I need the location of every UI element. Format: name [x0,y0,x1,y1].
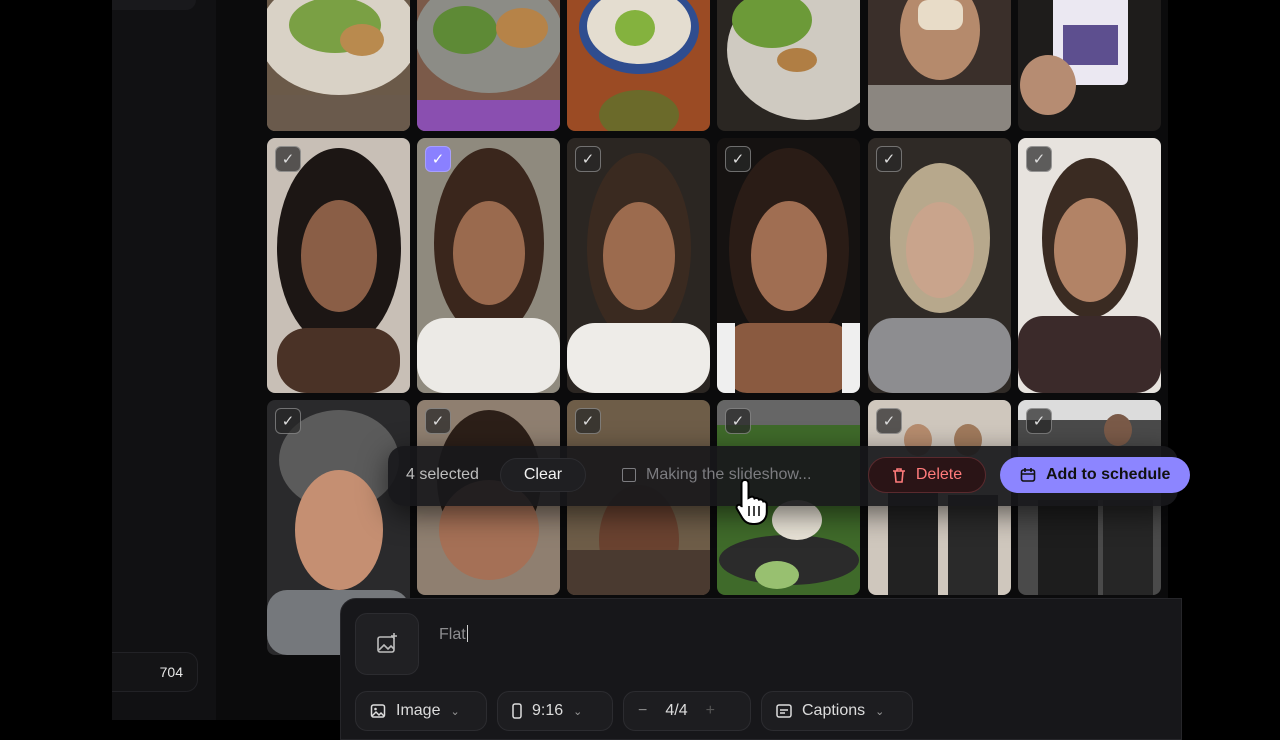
slideshow-status: Making the slideshow... [622,466,811,484]
portrait-photo [868,138,1011,393]
select-checkbox[interactable]: ✓ [876,146,902,172]
select-checkbox[interactable]: ✓ [725,146,751,172]
chevron-down-icon: ⌄ [573,705,583,718]
select-checkbox[interactable]: ✓ [425,408,451,434]
photo-tile[interactable]: ✓ [267,138,410,393]
product-photo [1018,0,1161,131]
phone-icon [512,703,522,719]
food-photo [567,0,710,131]
photo-tile[interactable] [868,0,1011,131]
portrait-photo [417,138,560,393]
prompt-input-value: Flat [439,626,466,643]
media-type-select[interactable]: Image ⌄ [355,691,487,731]
photo-tile[interactable]: ✓ [868,138,1011,393]
delete-button-label: Delete [915,466,963,483]
select-checkbox[interactable]: ✓ [275,408,301,434]
add-image-button[interactable] [355,613,419,675]
photo-tile[interactable]: ✓ [717,138,860,393]
image-plus-icon [377,633,397,653]
portrait-photo [717,138,860,393]
photo-tile[interactable] [567,0,710,131]
add-to-schedule-label: Add to schedule [1046,466,1171,483]
aspect-ratio-select[interactable]: 9:16 ⌄ [497,691,613,731]
select-checkbox[interactable]: ✓ [425,146,451,172]
captions-icon [776,704,792,718]
prompt-composer: Flat Image ⌄ 9:16 ⌄ − 4/4 + Captions ⌄ [340,598,1182,740]
image-count-stepper[interactable]: − 4/4 + [623,691,751,731]
portrait-photo [567,138,710,393]
slideshow-icon [622,468,636,482]
portrait-photo [267,138,410,393]
clear-button[interactable]: Clear [500,458,586,492]
food-photo [717,0,860,131]
sidebar-count-value: 704 [159,664,183,680]
select-checkbox[interactable]: ✓ [575,146,601,172]
minus-icon[interactable]: − [638,702,647,720]
food-photo [417,0,560,131]
image-icon [370,704,386,718]
chevron-down-icon: ⌄ [875,705,885,718]
slideshow-status-text: Making the slideshow... [646,466,812,483]
prompt-input[interactable]: Flat [439,625,468,644]
media-type-label: Image [396,702,441,719]
aspect-ratio-label: 9:16 [532,702,564,719]
photo-tile[interactable] [1018,0,1161,131]
person-photo [868,0,1011,131]
hand-pointer-cursor-icon [735,478,768,525]
photo-tile[interactable]: ✓ [567,138,710,393]
select-checkbox[interactable]: ✓ [1026,408,1052,434]
sidebar-top-item[interactable] [112,0,196,10]
text-caret [466,625,468,642]
food-photo [267,0,410,131]
selected-count: 4 selected [406,466,479,483]
photo-tile[interactable] [717,0,860,131]
sidebar [112,0,217,720]
clear-button-label: Clear [523,466,563,483]
selection-toolbar: 4 selected Clear Making the slideshow...… [388,446,1190,506]
calendar-icon [1020,468,1036,482]
select-checkbox[interactable]: ✓ [725,408,751,434]
select-checkbox[interactable]: ✓ [275,146,301,172]
chevron-down-icon: ⌄ [450,705,460,718]
image-count-value: 4/4 [665,702,688,719]
trash-icon [892,468,905,483]
sidebar-count-badge[interactable]: 704 [112,652,198,692]
captions-label: Captions [802,702,866,719]
add-to-schedule-button[interactable]: Add to schedule [1000,457,1190,493]
photo-tile[interactable]: ✓ [1018,138,1161,393]
delete-button[interactable]: Delete [868,457,986,493]
photo-tile[interactable] [417,0,560,131]
select-checkbox[interactable]: ✓ [876,408,902,434]
photo-tile[interactable] [267,0,410,131]
photo-tile[interactable]: ✓ [417,138,560,393]
right-margin [1168,0,1280,720]
captions-select[interactable]: Captions ⌄ [761,691,913,731]
select-checkbox[interactable]: ✓ [1026,146,1052,172]
plus-icon[interactable]: + [706,702,715,720]
portrait-photo [1018,138,1161,393]
select-checkbox[interactable]: ✓ [575,408,601,434]
